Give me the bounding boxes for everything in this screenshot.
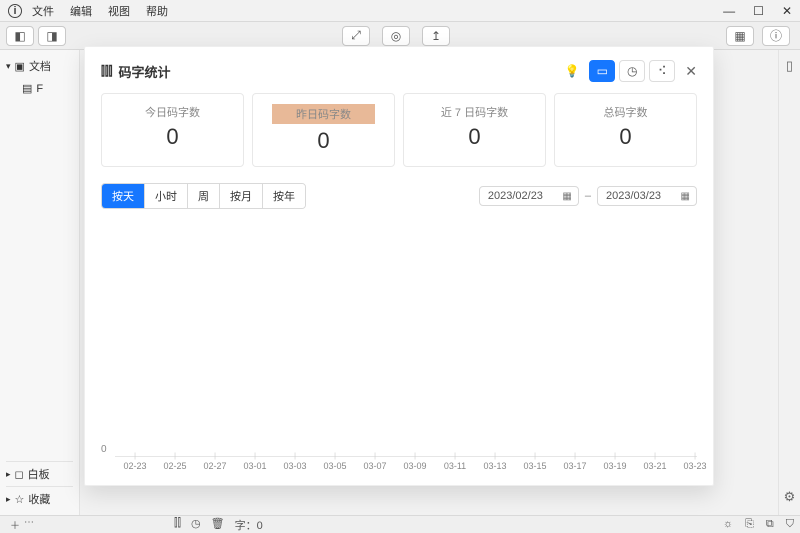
toolbar-preview-button[interactable]: ◎ <box>382 26 410 46</box>
toolbar-panel-left-button[interactable]: ◧ <box>6 26 34 46</box>
status-sun-icon[interactable]: ☼ <box>723 518 733 531</box>
stat-value: 0 <box>253 128 394 154</box>
bar-chart-icon: ⫿⫿⫿ <box>101 64 113 79</box>
minimize-button[interactable]: — <box>723 4 735 18</box>
caret-right-icon: ▸ <box>6 494 11 505</box>
x-tick: 03-03 <box>275 461 315 471</box>
stat-label: 今日码字数 <box>102 104 243 120</box>
stat-value: 0 <box>555 124 696 150</box>
sidebar-group-favorites[interactable]: ▸ ☆ 收藏 <box>6 486 73 511</box>
status-shield-icon[interactable]: ⛉ <box>786 518 794 531</box>
x-tick: 02-27 <box>195 461 235 471</box>
status-save-icon[interactable]: ⎘ <box>745 518 754 531</box>
y-tick-zero: 0 <box>101 444 107 455</box>
stat-card-yesterday: 昨日码字数 0 <box>252 93 395 167</box>
tab-week[interactable]: 周 <box>188 184 220 208</box>
tab-hour[interactable]: 小时 <box>145 184 188 208</box>
x-tick: 03-05 <box>315 461 355 471</box>
app-info-icon[interactable]: i <box>8 4 22 18</box>
sidebar-group-label: 白板 <box>28 466 50 482</box>
tab-month[interactable]: 按月 <box>220 184 263 208</box>
trash-icon[interactable]: 🗑 <box>211 517 225 533</box>
x-tick: 03-15 <box>515 461 555 471</box>
x-tick: 03-17 <box>555 461 595 471</box>
sidebar-group-whiteboard[interactable]: ▸ ◻ 白板 <box>6 461 73 486</box>
map-icon[interactable]: ▯ <box>786 58 793 74</box>
tip-button[interactable]: 💡 <box>559 60 585 82</box>
x-tick: 02-25 <box>155 461 195 471</box>
sidebar-right: ▯ ⚙ <box>778 50 800 515</box>
maximize-button[interactable]: ☐ <box>753 4 764 18</box>
x-tick: 03-07 <box>355 461 395 471</box>
stat-label: 近 7 日码字数 <box>404 104 545 120</box>
stat-label: 总码字数 <box>555 104 696 120</box>
stat-card-today: 今日码字数 0 <box>101 93 244 167</box>
stats-chart: 0 ||||||||||||||| 02-2302-2502-2703-0103… <box>101 223 697 477</box>
period-tabs: 按天 小时 周 按月 按年 <box>101 183 306 209</box>
share-button[interactable]: ⠪ <box>649 60 675 82</box>
folder-icon: ▣ <box>15 60 25 73</box>
menu-file[interactable]: 文件 <box>32 3 54 19</box>
menu-edit[interactable]: 编辑 <box>70 3 92 19</box>
calendar-icon: ▦ <box>562 191 571 202</box>
sidebar-group-label: 收藏 <box>28 491 50 507</box>
sidebar-file-item[interactable]: ▤ F <box>6 78 73 99</box>
date-to-input[interactable]: 2023/03/23▦ <box>597 186 697 206</box>
stat-label: 昨日码字数 <box>296 109 351 121</box>
star-icon: ☆ <box>15 493 25 506</box>
stats-icon[interactable]: ⫿⫿ <box>174 517 181 533</box>
x-tick: 03-13 <box>475 461 515 471</box>
window-menubar: i 文件 编辑 视图 帮助 — ☐ ✕ <box>0 0 800 22</box>
sidebar-file-label: F <box>36 83 43 95</box>
x-tick: 03-19 <box>595 461 635 471</box>
toolbar-grid-button[interactable]: ▦ <box>726 26 754 46</box>
tab-day[interactable]: 按天 <box>102 184 145 208</box>
caret-down-icon: ▾ <box>6 61 11 72</box>
caret-right-icon: ▸ <box>6 469 11 480</box>
date-separator: – <box>585 190 591 202</box>
sidebar-left: ▾ ▣ 文档 ▤ F ▸ ◻ 白板 ▸ ☆ 收藏 <box>0 50 80 515</box>
whiteboard-icon: ◻ <box>15 468 24 481</box>
stat-value: 0 <box>404 124 545 150</box>
file-icon: ▤ <box>22 82 32 95</box>
statusbar: ＋ ⋯ ⫿⫿ ◷ 🗑 字：0 ☼ ⎘ ⧉ ⛉ <box>0 515 800 533</box>
word-count: 字：0 <box>235 517 263 533</box>
tab-year[interactable]: 按年 <box>263 184 305 208</box>
x-tick: 03-09 <box>395 461 435 471</box>
timer-icon[interactable]: ◷ <box>191 517 201 533</box>
modal-close-button[interactable]: ✕ <box>685 63 697 80</box>
view-history-button[interactable]: ◷ <box>619 60 645 82</box>
stats-modal: ⫿⫿⫿ 码字统计 💡 ▭ ◷ ⠪ ✕ 今日码字数 0 昨日码字数 0 近 7 日… <box>84 46 714 486</box>
calendar-icon: ▦ <box>681 191 690 202</box>
add-button[interactable]: ＋ <box>10 517 20 532</box>
menu-help[interactable]: 帮助 <box>146 3 168 19</box>
x-tick: 03-01 <box>235 461 275 471</box>
date-from-input[interactable]: 2023/02/23▦ <box>479 186 579 206</box>
stat-card-7days: 近 7 日码字数 0 <box>403 93 546 167</box>
more-button[interactable]: ⋯ <box>24 517 34 532</box>
modal-title: 码字统计 <box>119 62 171 81</box>
sidebar-docs-label: 文档 <box>29 58 51 74</box>
stat-card-total: 总码字数 0 <box>554 93 697 167</box>
status-copy-icon[interactable]: ⧉ <box>766 518 774 531</box>
stat-value: 0 <box>102 124 243 150</box>
toolbar-export-button[interactable]: ↥ <box>422 26 450 46</box>
gear-icon[interactable]: ⚙ <box>784 489 796 505</box>
toolbar-panel-right-button[interactable]: ◨ <box>38 26 66 46</box>
sidebar-docs-header[interactable]: ▾ ▣ 文档 <box>6 54 73 78</box>
x-tick: 02-23 <box>115 461 155 471</box>
close-window-button[interactable]: ✕ <box>782 4 792 18</box>
x-tick: 03-23 <box>675 461 715 471</box>
toolbar-info-button[interactable]: ⓘ <box>762 26 790 46</box>
x-tick: 03-21 <box>635 461 675 471</box>
x-tick: 03-11 <box>435 461 475 471</box>
view-calendar-button[interactable]: ▭ <box>589 60 615 82</box>
menu-view[interactable]: 视图 <box>108 3 130 19</box>
toolbar-focus-button[interactable]: ⤢ <box>342 26 370 46</box>
